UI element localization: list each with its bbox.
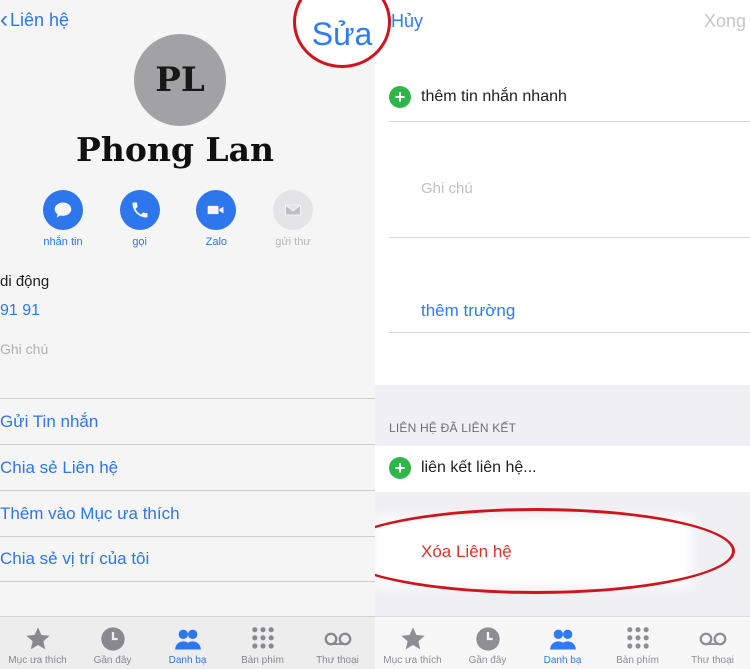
tab-label: Bàn phím — [616, 655, 659, 666]
mail-action[interactable]: gửi thư — [258, 190, 328, 248]
tab-favorites[interactable]: Mục ưa thích — [0, 617, 75, 669]
message-icon — [43, 190, 83, 230]
voicemail-icon — [324, 632, 351, 646]
tab-favorites[interactable]: Mục ưa thích — [375, 617, 450, 669]
phone-icon — [119, 190, 160, 230]
voicemail-icon — [699, 632, 726, 646]
send-message-row[interactable]: Gửi Tin nhắn — [0, 398, 375, 444]
tab-label: Gần đây — [93, 655, 132, 666]
phone-number[interactable]: 91 91 — [0, 302, 40, 320]
share-contact-row[interactable]: Chia sẻ Liên hệ — [0, 444, 375, 490]
share-location-row[interactable]: Chia sẻ vị trí của tôi — [0, 536, 375, 582]
tab-label: Thư thoại — [691, 655, 734, 666]
tab-label: Thư thoại — [316, 655, 359, 666]
clock-icon — [475, 627, 500, 651]
tab-keypad[interactable]: Bàn phím — [600, 617, 675, 669]
mail-action-label: gửi thư — [275, 236, 311, 248]
tab-contacts[interactable]: Danh bạ — [150, 617, 225, 669]
clock-icon — [100, 627, 125, 651]
tab-contacts[interactable]: Danh bạ — [525, 617, 600, 669]
tab-bar: Mục ưa thích Gần đây Danh bạ Bàn phím Th… — [0, 616, 375, 669]
tab-label: Bàn phím — [241, 655, 284, 666]
zalo-action[interactable]: Zalo — [181, 190, 251, 248]
tab-recents[interactable]: Gần đây — [450, 617, 525, 669]
star-icon — [25, 627, 50, 650]
tab-keypad[interactable]: Bàn phím — [225, 617, 300, 669]
call-action-label: gọi — [132, 236, 147, 248]
divider — [389, 121, 750, 122]
tab-label: Danh bạ — [543, 655, 582, 666]
edit-contact-screen: Hủy Xong + thêm tin nhắn nhanh Ghi chú t… — [375, 0, 750, 669]
note-label[interactable]: Ghi chú — [0, 341, 48, 357]
cancel-button[interactable]: Hủy — [391, 11, 423, 32]
contacts-icon — [174, 629, 201, 650]
tab-voicemail[interactable]: Thư thoại — [675, 617, 750, 669]
done-button[interactable]: Xong — [704, 11, 746, 32]
tab-label: Gần đây — [468, 655, 507, 666]
message-action[interactable]: nhắn tin — [28, 190, 98, 248]
avatar-initials: PL — [155, 60, 205, 100]
avatar: PL — [134, 34, 226, 126]
keypad-icon — [626, 627, 649, 649]
add-quick-message-label: thêm tin nhắn nhanh — [421, 88, 567, 105]
note-field[interactable]: Ghi chú — [421, 180, 473, 197]
add-favorite-row[interactable]: Thêm vào Mục ưa thích — [0, 490, 375, 536]
plus-icon: + — [389, 457, 411, 479]
divider — [389, 332, 750, 333]
tab-voicemail[interactable]: Thư thoại — [300, 617, 375, 669]
quick-actions: nhắn tin gọi Zalo gửi thư — [28, 190, 328, 248]
tab-bar: Mục ưa thích Gần đây Danh bạ Bàn phím Th… — [375, 616, 750, 669]
link-contact-row[interactable]: + liên kết liên hệ... — [389, 457, 750, 479]
divider — [389, 237, 750, 238]
tab-label: Mục ưa thích — [383, 655, 442, 666]
contact-detail-screen: ‹ Liên hệ PL Phong Lan nhắn tin gọi Zalo — [0, 0, 375, 669]
tab-recents[interactable]: Gần đây — [75, 617, 150, 669]
zalo-action-label: Zalo — [205, 236, 228, 248]
mail-icon — [272, 190, 313, 230]
call-action[interactable]: gọi — [105, 190, 175, 248]
linked-contacts-title: LIÊN HỆ ĐÃ LIÊN KẾT — [389, 421, 517, 435]
plus-icon: + — [389, 86, 411, 108]
highlight-ring — [375, 508, 735, 594]
phone-label: di động — [0, 273, 50, 290]
contact-name: Phong Lan — [76, 130, 274, 169]
back-label: Liên hệ — [10, 9, 70, 30]
tab-label: Danh bạ — [168, 655, 207, 666]
keypad-icon — [251, 627, 274, 649]
back-button[interactable]: ‹ Liên hệ — [0, 8, 69, 32]
tab-label: Mục ưa thích — [8, 655, 67, 666]
add-field-button[interactable]: thêm trường — [421, 301, 515, 321]
message-action-label: nhắn tin — [43, 236, 83, 248]
video-icon — [196, 190, 237, 230]
contacts-icon — [549, 629, 576, 650]
add-quick-message-row[interactable]: + thêm tin nhắn nhanh — [389, 86, 750, 108]
link-contact-label: liên kết liên hệ... — [421, 459, 537, 476]
chevron-left-icon: ‹ — [0, 6, 8, 33]
star-icon — [400, 627, 425, 650]
action-list: Gửi Tin nhắn Chia sẻ Liên hệ Thêm vào Mụ… — [0, 398, 375, 582]
